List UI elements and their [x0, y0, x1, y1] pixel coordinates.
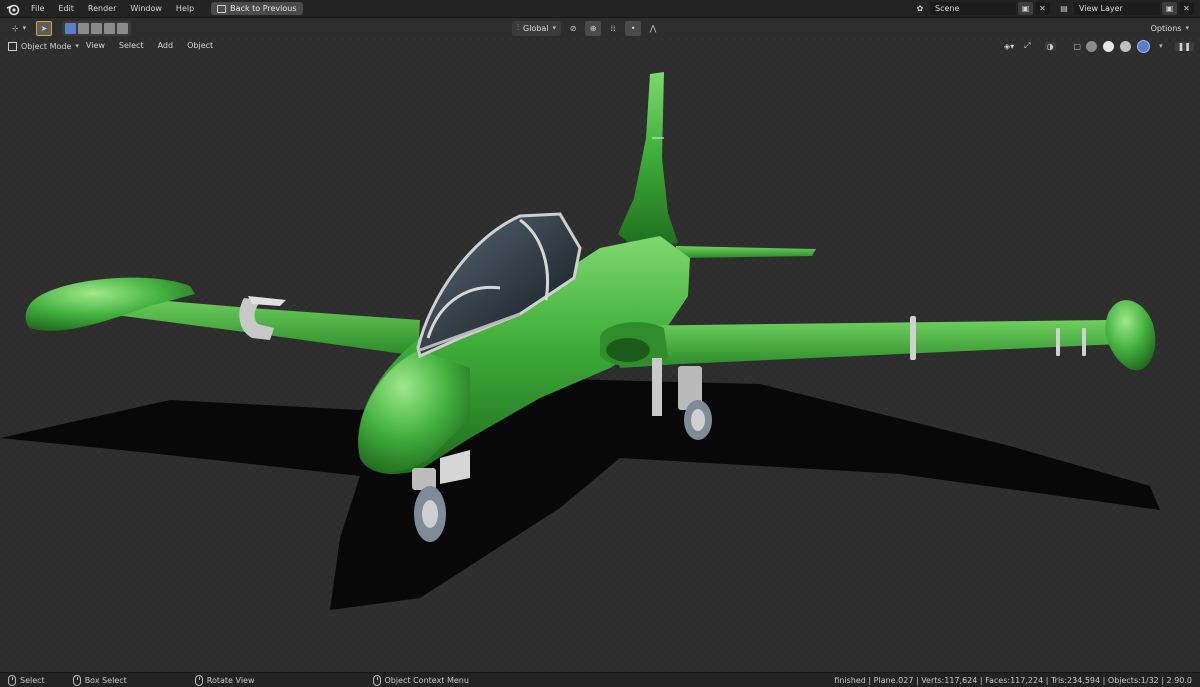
select-invert-icon[interactable] [104, 22, 115, 34]
overlay-icon[interactable]: ◑ [1044, 41, 1056, 51]
tip-tank-right [1105, 300, 1156, 371]
close-icon: ✕ [1039, 4, 1046, 13]
mouse-icon [72, 674, 81, 686]
xray-icon[interactable]: ▢ [1074, 42, 1082, 51]
jet-shadow [0, 378, 1160, 610]
menu-file[interactable]: File [24, 0, 51, 18]
chevron-down-icon: ▾ [22, 24, 27, 32]
view-layer-field[interactable]: View Layer [1074, 2, 1160, 15]
status-box-select-label: Box Select [84, 675, 127, 685]
status-select-label: Select [20, 675, 45, 685]
scene-field[interactable]: Scene [930, 2, 1016, 15]
copy-icon: ▣ [1165, 4, 1174, 13]
pause-icon[interactable]: ❚❚ [1174, 41, 1194, 51]
menu-render[interactable]: Render [81, 0, 123, 18]
scene-statistics: finished | Plane.027 | Verts:117,624 | F… [834, 675, 1192, 685]
gizmo-icon[interactable]: ⤢ [1024, 41, 1030, 51]
status-select: Select [0, 674, 45, 686]
screen-icon [217, 4, 227, 13]
select-tool-button[interactable]: ➤ [36, 20, 52, 36]
select-box-icon[interactable] [65, 22, 76, 34]
back-to-previous-label: Back to Previous [230, 4, 297, 13]
menu-edit[interactable]: Edit [51, 0, 81, 18]
mouse-icon [8, 674, 16, 686]
object-mode-dropdown[interactable]: Object Mode ▾ [8, 41, 79, 51]
menu-add[interactable]: Add [151, 38, 181, 54]
cursor-icon: ➤ [40, 23, 48, 33]
scene-name: Scene [935, 4, 960, 13]
mouse-icon [372, 674, 381, 686]
select-extend-icon[interactable] [78, 22, 89, 34]
status-bar: Select Box Select Rotate View Object Con… [0, 672, 1200, 687]
menu-select[interactable]: Select [112, 38, 151, 54]
transform-orientation-label: Global [523, 23, 549, 33]
viewport-header: Object Mode ▾ View Select Add Object ◈▾ … [0, 38, 1200, 54]
visibility-icon[interactable]: ◈▾ [1004, 42, 1014, 51]
menu-object[interactable]: Object [180, 38, 220, 54]
snap-icon[interactable]: ⊕ [585, 20, 602, 36]
solid-shading-icon[interactable] [1103, 40, 1115, 52]
view-layer-icon[interactable]: ▤ [1058, 3, 1070, 15]
delete-scene-button[interactable]: ✕ [1035, 2, 1050, 15]
transform-orientation-dropdown[interactable]: ⫶ Global ▾ [512, 20, 562, 36]
editor-type-button[interactable]: ⊹ ▾ [8, 21, 30, 36]
view-layer-name: View Layer [1079, 4, 1123, 13]
tool-header: ⊹ ▾ ➤ ⫶ Global ▾ ⊘ ⊕ ⁞⁞ • ⋀ Options ▾ [0, 18, 1200, 38]
top-menu-bar: File Edit Render Window Help Back to Pre… [0, 0, 1200, 18]
object-mode-label: Object Mode [21, 41, 72, 51]
menu-help[interactable]: Help [169, 0, 201, 18]
delete-view-layer-button[interactable]: ✕ [1179, 2, 1194, 15]
mouse-icon [194, 674, 203, 686]
menu-view[interactable]: View [79, 38, 112, 54]
status-context-menu-label: Object Context Menu [384, 675, 469, 685]
transform-pivot-icon[interactable]: ⊘ [565, 21, 581, 36]
back-to-previous-button[interactable]: Back to Previous [211, 2, 303, 15]
proportional-icon[interactable]: • [625, 20, 642, 36]
chevron-down-icon[interactable]: ▾ [1159, 42, 1163, 50]
rendered-shading-icon[interactable] [1137, 39, 1151, 53]
falloff-icon[interactable]: ⋀ [645, 21, 661, 36]
blender-logo[interactable] [6, 2, 20, 16]
material-shading-icon[interactable] [1120, 40, 1132, 52]
wireframe-shading-icon[interactable] [1086, 40, 1098, 52]
editor-type-icon: ⊹ [11, 23, 19, 33]
select-mode-buttons [62, 20, 131, 36]
new-scene-button[interactable]: ▣ [1018, 2, 1033, 15]
orientation-icon: ⫶ [517, 23, 519, 32]
snap-target-icon[interactable]: ⁞⁞ [605, 21, 621, 36]
status-box-select: Box Select [65, 674, 127, 686]
3d-viewport[interactable] [0, 38, 1200, 672]
jet-render [0, 72, 1160, 610]
options-dropdown[interactable]: Options ▾ [1145, 20, 1194, 36]
status-rotate-view: Rotate View [187, 674, 255, 686]
close-icon: ✕ [1183, 4, 1190, 13]
object-mode-icon [8, 41, 17, 51]
scene-icon[interactable]: ✿ [914, 3, 926, 15]
status-rotate-view-label: Rotate View [206, 675, 255, 685]
status-context-menu: Object Context Menu [365, 674, 469, 686]
menu-window[interactable]: Window [123, 0, 169, 18]
wing-right [610, 320, 1130, 368]
tailplane-right [676, 246, 816, 258]
new-view-layer-button[interactable]: ▣ [1162, 2, 1177, 15]
select-intersect-icon[interactable] [117, 22, 128, 34]
copy-icon: ▣ [1021, 4, 1030, 13]
options-label: Options [1150, 23, 1182, 33]
tail-fin [618, 72, 678, 252]
select-subtract-icon[interactable] [91, 22, 102, 34]
chevron-down-icon: ▾ [552, 24, 557, 32]
chevron-down-icon: ▾ [1185, 24, 1189, 32]
